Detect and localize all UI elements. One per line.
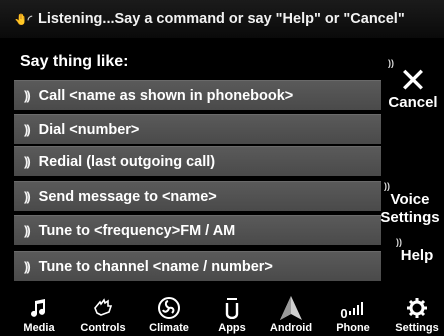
- phone-badge: 0: [340, 305, 348, 321]
- listening-status-bar: ◝✋ Listening...Say a command or say "Hel…: [0, 0, 444, 38]
- command-redial[interactable]: )) Redial (last outgoing call): [14, 146, 381, 176]
- speech-icon: )): [396, 237, 402, 247]
- speech-icon: )): [24, 122, 31, 137]
- command-label: Tune to channel <name / number>: [38, 258, 273, 275]
- speech-icon: )): [24, 223, 31, 238]
- music-note-icon: [4, 296, 74, 320]
- close-icon: ✕: [398, 62, 428, 100]
- listening-status-text: Listening...Say a command or say "Help" …: [37, 11, 405, 27]
- bottom-nav-bar: Media Controls Climate Apps Android 0 Ph…: [0, 292, 444, 336]
- controls-hand-icon: [68, 296, 138, 320]
- help-button[interactable]: )) Help: [394, 237, 440, 265]
- speech-icon: )): [24, 259, 31, 274]
- speech-icon: )): [384, 181, 390, 191]
- command-label: Call <name as shown in phonebook>: [38, 87, 294, 104]
- voice-settings-label-line2: Settings: [380, 209, 440, 226]
- nav-label: Settings: [395, 322, 439, 334]
- help-label: Help: [400, 247, 434, 264]
- command-call[interactable]: )) Call <name as shown in phonebook>: [14, 80, 381, 110]
- command-label: Send message to <name>: [38, 188, 217, 205]
- speech-icon: )): [24, 88, 31, 103]
- gear-icon: [382, 296, 444, 320]
- command-label: Tune to <frequency>FM / AM: [38, 222, 236, 239]
- voice-listening-icon: ◝✋: [14, 13, 32, 26]
- speech-icon: )): [24, 189, 31, 204]
- command-label: Redial (last outgoing call): [38, 153, 216, 170]
- phone-signal-icon: 0: [318, 296, 388, 321]
- command-tune-frequency[interactable]: )) Tune to <frequency>FM / AM: [14, 215, 381, 245]
- voice-settings-label-line1: Voice: [390, 191, 430, 208]
- command-dial[interactable]: )) Dial <number>: [14, 114, 381, 144]
- android-auto-icon: [256, 296, 326, 320]
- voice-settings-button[interactable]: )) Voice Settings: [380, 181, 440, 227]
- nav-settings[interactable]: Settings: [382, 292, 444, 336]
- prompt-title: Say thing like:: [20, 53, 129, 70]
- climate-fan-icon: [134, 296, 204, 320]
- cancel-button[interactable]: )) ✕ Cancel: [386, 58, 440, 112]
- command-label: Dial <number>: [38, 121, 140, 138]
- command-tune-channel[interactable]: )) Tune to channel <name / number>: [14, 251, 381, 281]
- cancel-label: Cancel: [388, 94, 438, 111]
- command-send-message[interactable]: )) Send message to <name>: [14, 181, 381, 211]
- speech-icon: )): [24, 154, 31, 169]
